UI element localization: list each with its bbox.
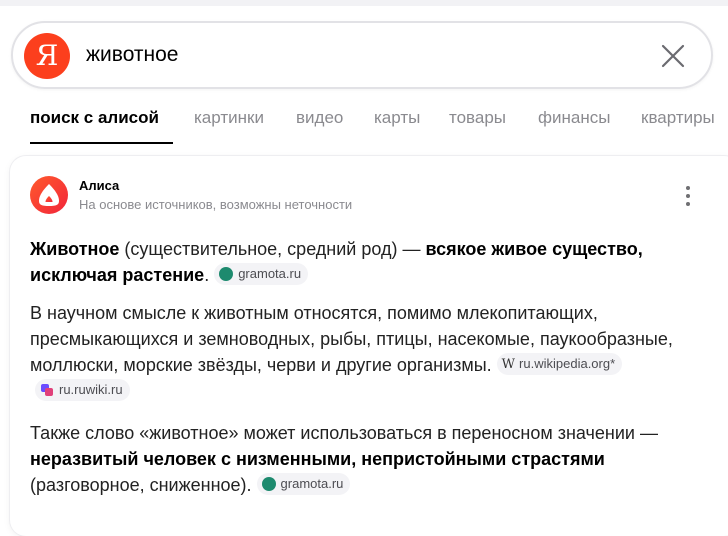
source-chip-gramota[interactable]: gramota.ru — [256, 473, 351, 496]
tab-video[interactable]: видео — [296, 108, 343, 128]
ruwiki-icon — [41, 383, 53, 396]
answer-paragraph-definition: Животное (существительное, средний род) … — [30, 236, 710, 288]
answer-disclaimer: На основе источников, возможны неточност… — [79, 197, 353, 212]
close-icon — [661, 44, 685, 68]
alice-answer-card: Алиса На основе источников, возможны нет… — [10, 156, 728, 536]
source-label: gramota.ru — [280, 476, 344, 492]
answer-punctuation: . — [204, 265, 210, 285]
clear-search-button[interactable] — [656, 39, 690, 73]
more-dot-icon — [686, 202, 690, 206]
gramota-icon — [261, 476, 276, 491]
answer-text: Также слово «животное» может использоват… — [30, 423, 658, 443]
search-bar[interactable]: Я животное — [11, 21, 713, 89]
answer-term: Животное — [30, 239, 120, 259]
answer-paragraph-scientific: В научном смысле к животным относятся, п… — [30, 300, 710, 404]
more-options-button[interactable] — [682, 184, 694, 208]
tab-images[interactable]: картинки — [194, 108, 264, 128]
alice-icon — [30, 176, 68, 214]
answer-author: Алиса — [79, 178, 120, 193]
tab-finance[interactable]: финансы — [538, 108, 610, 128]
top-strip — [0, 0, 728, 6]
source-chip-ruwiki[interactable]: ru.ruwiki.ru — [35, 379, 130, 402]
active-tab-indicator — [30, 142, 173, 144]
answer-text: (разговорное, сниженное). — [30, 475, 252, 495]
tab-alice-search[interactable]: поиск с алисой — [30, 108, 159, 128]
answer-grammar-note: (существительное, средний род) — — [119, 239, 426, 259]
source-label: ru.ruwiki.ru — [59, 382, 123, 398]
source-chip-gramota[interactable]: gramota.ru — [214, 263, 309, 286]
source-chip-wikipedia[interactable]: Wru.wikipedia.org* — [496, 353, 623, 376]
yandex-logo[interactable]: Я — [24, 33, 70, 79]
answer-definition: неразвитый человек с низменными, неприст… — [30, 449, 605, 469]
tab-apartments[interactable]: квартиры — [641, 108, 715, 128]
more-dot-icon — [686, 194, 690, 198]
tab-maps[interactable]: карты — [374, 108, 420, 128]
gramota-icon — [219, 266, 234, 281]
search-tabs: поиск с алисой картинки видео карты това… — [0, 100, 728, 146]
answer-paragraph-figurative: Также слово «животное» может использоват… — [30, 420, 710, 498]
tab-products[interactable]: товары — [449, 108, 506, 128]
more-dot-icon — [686, 186, 690, 190]
wikipedia-icon: W — [501, 356, 516, 372]
source-label: gramota.ru — [238, 266, 302, 282]
source-label: ru.wikipedia.org* — [519, 356, 616, 372]
search-input[interactable]: животное — [86, 23, 179, 87]
